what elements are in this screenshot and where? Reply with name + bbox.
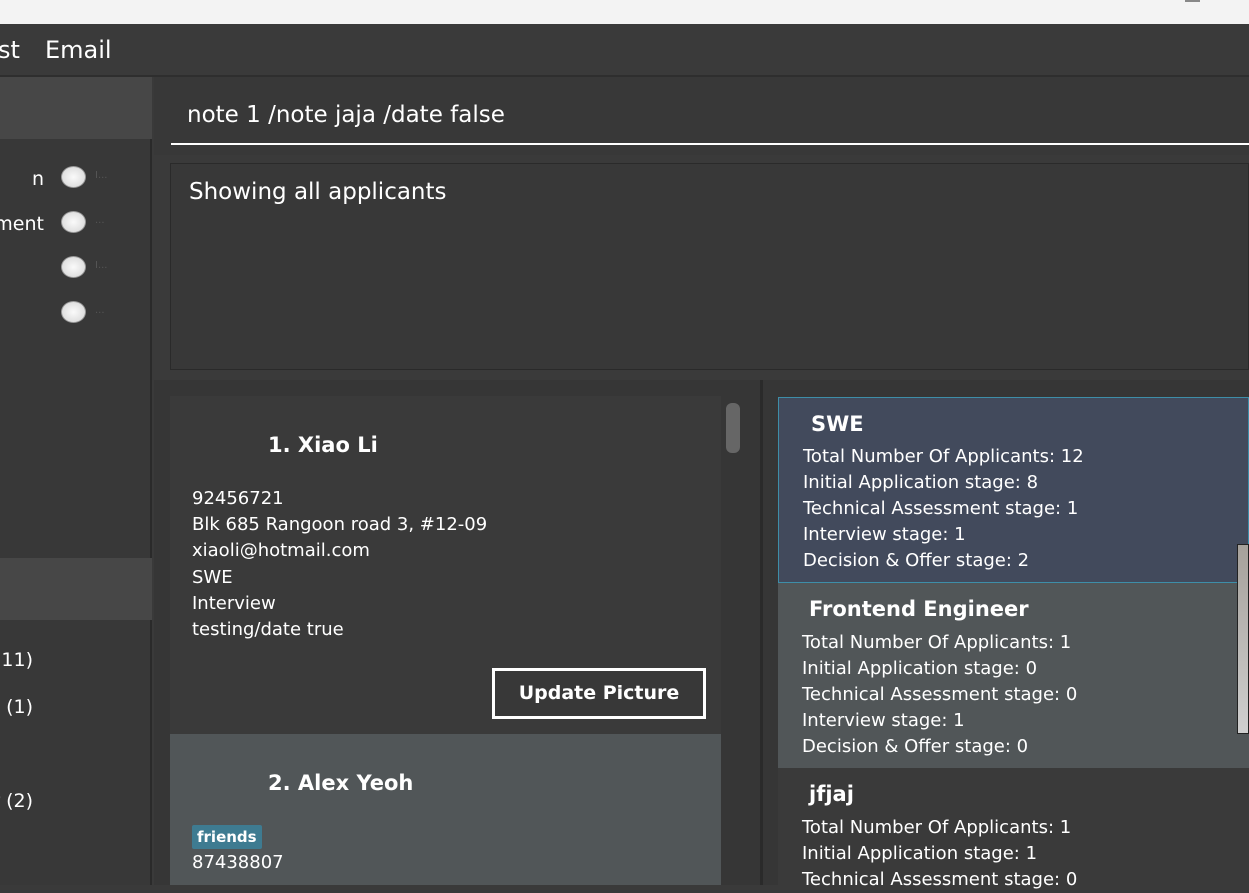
- stage-radio-2[interactable]: ment...: [0, 209, 152, 239]
- note: testing/date true: [192, 619, 344, 641]
- stage-radio-1[interactable]: n I...: [0, 164, 152, 194]
- stat-item: sment (1): [0, 696, 33, 718]
- stats-header: [0, 558, 152, 620]
- job-stat: Total Number Of Applicants: 1: [802, 817, 1072, 838]
- job-title: SWE: [811, 412, 864, 436]
- job-stat: Initial Application stage: 0: [802, 658, 1038, 679]
- radio-button[interactable]: [61, 166, 86, 188]
- applicant-card[interactable]: 1. Xiao Li 92456721 Blk 685 Rangoon road…: [170, 396, 721, 734]
- job: SWE: [192, 566, 233, 588]
- job-stat: Technical Assessment stage: 0: [802, 869, 1078, 890]
- job-card[interactable]: jfjaj Total Number Of Applicants: 1 Init…: [778, 768, 1249, 890]
- job-stats: Total Number Of Applicants: 1 Initial Ap…: [802, 630, 1077, 760]
- job-stat: Initial Application stage: 8: [803, 472, 1039, 493]
- sidebar-header: [0, 77, 152, 139]
- job-title: jfjaj: [809, 782, 854, 806]
- email: xiaoli@hotmail.com: [192, 540, 370, 562]
- radio-extra: I...: [95, 260, 108, 271]
- stage-radio-3[interactable]: I...: [0, 254, 152, 284]
- job-stat: Technical Assessment stage: 0: [802, 684, 1078, 705]
- stat-item: r (2): [0, 790, 33, 812]
- stage: Interview: [192, 592, 276, 614]
- stage-radio-4[interactable]: ...: [0, 299, 152, 329]
- radio-button[interactable]: [61, 211, 86, 233]
- applicant-name: 2. Alex Yeoh: [268, 771, 414, 795]
- menu-email[interactable]: Email: [45, 36, 112, 64]
- job-stat: Decision & Offer stage: 2: [803, 550, 1030, 571]
- menu-bar: st Email: [0, 24, 1249, 77]
- radio-button[interactable]: [61, 256, 86, 278]
- scrollbar-thumb[interactable]: [726, 403, 740, 453]
- job-stat: Initial Application stage: 1: [802, 843, 1038, 864]
- job-stat: Total Number Of Applicants: 1: [802, 632, 1072, 653]
- tag-badge: friends: [192, 825, 262, 849]
- applicant-card[interactable]: 2. Alex Yeoh friends 87438807: [170, 734, 721, 885]
- radio-label: n: [31, 168, 44, 190]
- applicant-details: friends 87438807: [192, 824, 284, 876]
- phone: 92456721: [192, 488, 284, 509]
- radio-extra: ...: [95, 215, 105, 226]
- title-bar: [0, 0, 1249, 24]
- job-stat: Interview stage: 1: [803, 524, 966, 545]
- update-picture-button[interactable]: Update Picture: [492, 668, 706, 719]
- menu-list[interactable]: st: [0, 36, 20, 64]
- sidebar: n I... ment... I... ... on (11) sment (1)…: [0, 77, 152, 885]
- applicant-details: 92456721 Blk 685 Rangoon road 3, #12-09 …: [192, 486, 487, 643]
- phone: 87438807: [192, 852, 284, 874]
- radio-button[interactable]: [61, 301, 86, 323]
- job-stat: Decision & Offer stage: 0: [802, 736, 1029, 757]
- job-card[interactable]: Frontend Engineer Total Number Of Applic…: [778, 583, 1249, 768]
- applicant-name: 1. Xiao Li: [268, 433, 378, 457]
- minimize-icon[interactable]: [1185, 0, 1200, 2]
- job-title: Frontend Engineer: [809, 597, 1029, 621]
- job-stat: Technical Assessment stage: 1: [803, 498, 1079, 519]
- result-text: Showing all applicants: [189, 179, 447, 205]
- job-stats: Total Number Of Applicants: 1 Initial Ap…: [802, 815, 1077, 893]
- radio-label: ment: [0, 213, 44, 235]
- picture-popup: [1237, 544, 1249, 734]
- stat-item: on (11): [0, 649, 33, 671]
- command-input[interactable]: note 1 /note jaja /date false: [171, 95, 1249, 145]
- address: Blk 685 Rangoon road 3, #12-09: [192, 514, 488, 536]
- radio-extra: ...: [95, 305, 105, 316]
- result-display: Showing all applicants: [170, 163, 1249, 370]
- job-stat: Total Number Of Applicants: 12: [803, 446, 1084, 467]
- job-card[interactable]: SWE Total Number Of Applicants: 12 Initi…: [778, 397, 1249, 583]
- job-stats: Total Number Of Applicants: 12 Initial A…: [803, 444, 1084, 574]
- job-stat: Interview stage: 1: [802, 710, 965, 731]
- radio-extra: I...: [95, 170, 108, 181]
